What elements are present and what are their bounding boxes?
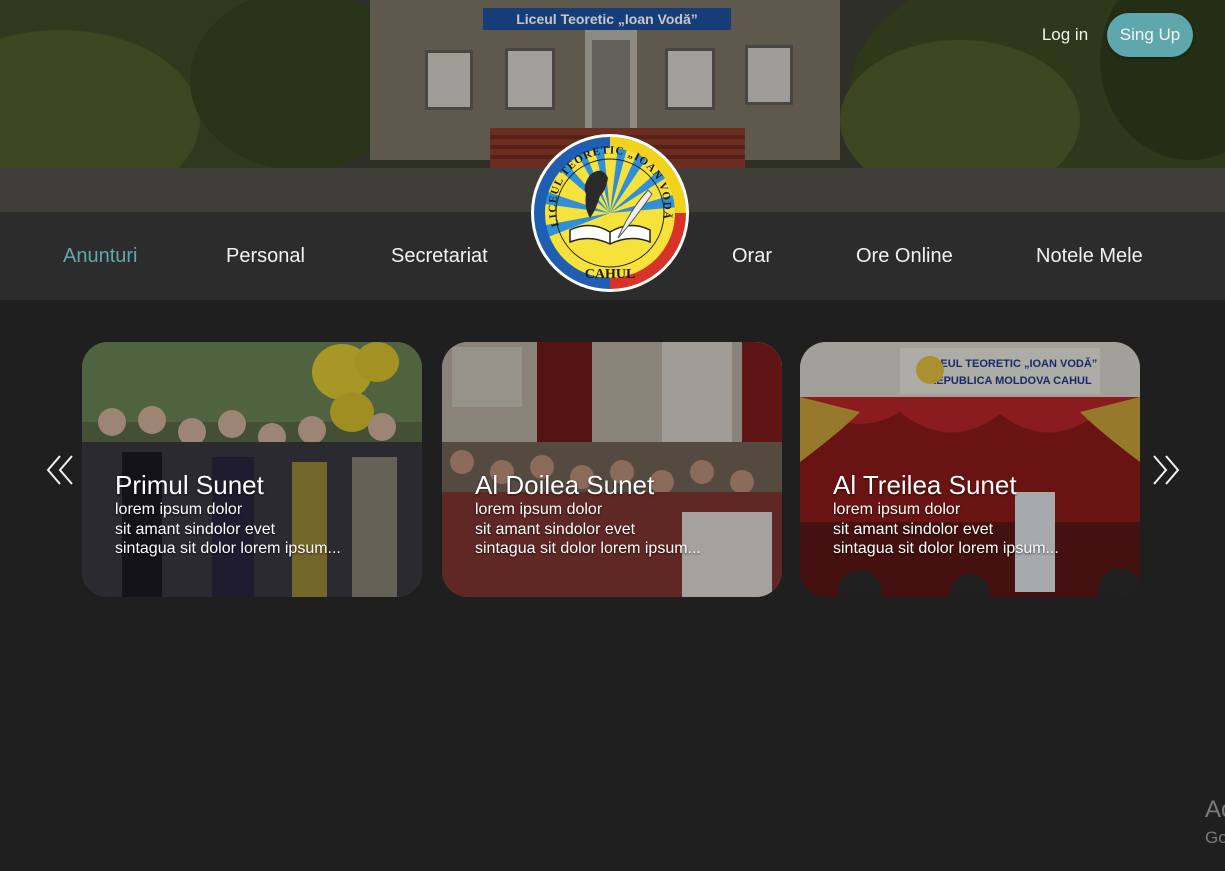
card-text-line: sintagua sit dolor lorem ipsum... xyxy=(475,540,701,557)
card-text-line: sit amant sindolor evet xyxy=(115,521,276,538)
nav-item-secretariat[interactable]: Secretariat xyxy=(391,212,488,300)
card-title: Primul Sunet xyxy=(115,470,264,500)
logo-city-text: CAHUL xyxy=(585,267,636,282)
watermark-line1: Ac xyxy=(1205,796,1225,823)
card-text-line: sintagua sit dolor lorem ipsum... xyxy=(833,540,1059,557)
news-card[interactable]: Primul Sunet lorem ipsum dolor sit amant… xyxy=(82,342,422,597)
watermark-line2: Go xyxy=(1205,828,1225,847)
card-text-line: sit amant sindolor evet xyxy=(475,521,636,538)
card-text-line: lorem ipsum dolor xyxy=(115,501,243,518)
activation-watermark: Ac Go xyxy=(1205,796,1225,848)
school-logo[interactable]: LICEUL TEORETIC „IOAN VODĂ” CAHUL xyxy=(527,121,690,294)
card-text-line: lorem ipsum dolor xyxy=(475,501,603,518)
carousel-next-button[interactable] xyxy=(1148,452,1182,488)
carousel-prev-button[interactable] xyxy=(44,452,78,488)
nav-item-personal[interactable]: Personal xyxy=(226,212,305,300)
nav-item-ore-online[interactable]: Ore Online xyxy=(856,212,953,300)
card-text-line: sit amant sindolor evet xyxy=(833,521,994,538)
card-text-line: lorem ipsum dolor xyxy=(833,501,961,518)
page: Liceul Teoretic „Ioan Vodă” Log in Sing … xyxy=(0,0,1225,871)
signup-button[interactable]: Sing Up xyxy=(1107,13,1193,57)
card-title: Al Treilea Sunet xyxy=(833,470,1017,500)
double-chevron-left-icon xyxy=(46,455,73,485)
nav-item-notele-mele[interactable]: Notele Mele xyxy=(1036,212,1143,300)
login-link[interactable]: Log in xyxy=(1030,18,1100,52)
double-chevron-right-icon xyxy=(1153,455,1180,485)
nav-item-anunturi[interactable]: Anunturi xyxy=(63,212,138,300)
news-card[interactable]: LICEUL TEORETIC „IOAN VODĂ” REPUBLICA MO… xyxy=(800,342,1140,597)
card-title: Al Doilea Sunet xyxy=(475,470,655,500)
news-card[interactable]: Al Doilea Sunet lorem ipsum dolor sit am… xyxy=(442,342,782,597)
card-text-line: sintagua sit dolor lorem ipsum... xyxy=(115,540,341,557)
nav-item-orar[interactable]: Orar xyxy=(732,212,772,300)
